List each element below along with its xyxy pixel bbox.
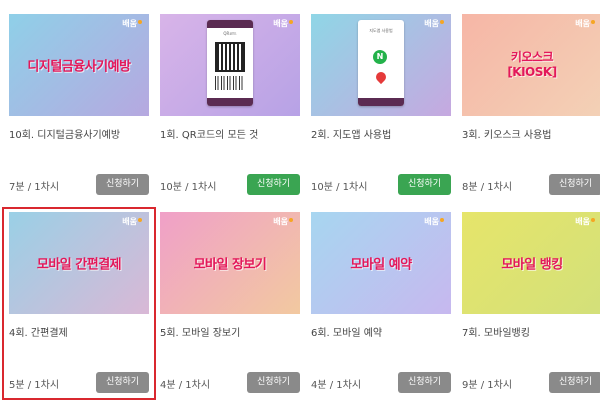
course-duration: 10분 / 1차시 bbox=[311, 182, 368, 193]
course-duration: 5분 / 1차시 bbox=[9, 380, 60, 391]
course-duration: 4분 / 1차시 bbox=[311, 380, 362, 391]
course-card[interactable]: 배움 디지털금융사기예방 10회. 디지털금융사기예방 7분 / 1차시 신청하… bbox=[9, 14, 149, 204]
brand-logo: 배움 bbox=[122, 20, 142, 28]
course-title[interactable]: 1회. QR코드의 모든 것 bbox=[160, 126, 300, 141]
course-card[interactable]: 배움 모바일 장보기 5회. 모바일 장보기 4분 / 1차시 신청하기 bbox=[160, 212, 300, 400]
course-thumbnail[interactable]: QR코드 배움 bbox=[160, 14, 300, 116]
thumbnail-title: 모바일 뱅킹 bbox=[501, 257, 563, 273]
brand-logo: 배움 bbox=[273, 20, 293, 28]
course-card[interactable]: 배움 키오스크 [KIOSK] 3회. 키오스크 사용법 8분 / 1차시 신청… bbox=[462, 14, 600, 204]
thumbnail-title: 모바일 간편결제 bbox=[36, 257, 122, 273]
brand-logo: 배움 bbox=[424, 218, 444, 226]
phone-mockup: QR코드 bbox=[207, 20, 253, 106]
apply-button[interactable]: 신청하기 bbox=[549, 372, 600, 393]
apply-button[interactable]: 신청하기 bbox=[247, 174, 300, 195]
qr-code-icon bbox=[215, 42, 245, 72]
course-thumbnail[interactable]: 지도앱 사용법 N 배움 bbox=[311, 14, 451, 116]
course-grid: 배움 디지털금융사기예방 10회. 디지털금융사기예방 7분 / 1차시 신청하… bbox=[0, 0, 600, 400]
location-pin-icon bbox=[373, 69, 389, 85]
thumbnail-title: 키오스크 [KIOSK] bbox=[507, 50, 557, 79]
phone-header: 지도앱 사용법 bbox=[369, 28, 393, 33]
course-duration: 4분 / 1차시 bbox=[160, 380, 211, 391]
course-thumbnail[interactable]: 배움 디지털금융사기예방 bbox=[9, 14, 149, 116]
course-duration: 9분 / 1차시 bbox=[462, 380, 513, 391]
course-card[interactable]: 배움 모바일 예약 6회. 모바일 예약 4분 / 1차시 신청하기 bbox=[311, 212, 451, 400]
apply-button[interactable]: 신청하기 bbox=[96, 372, 149, 393]
apply-button[interactable]: 신청하기 bbox=[96, 174, 149, 195]
apply-button[interactable]: 신청하기 bbox=[549, 174, 600, 195]
apply-button[interactable]: 신청하기 bbox=[398, 174, 451, 195]
brand-logo: 배움 bbox=[273, 218, 293, 226]
thumbnail-title: 모바일 예약 bbox=[350, 257, 412, 273]
course-thumbnail[interactable]: 배움 모바일 예약 bbox=[311, 212, 451, 314]
brand-logo: 배움 bbox=[575, 20, 595, 28]
brand-logo: 배움 bbox=[575, 218, 595, 226]
course-card[interactable]: QR코드 배움 1회. QR코드의 모든 것 10분 / 1차시 신청하기 bbox=[160, 14, 300, 204]
course-duration: 8분 / 1차시 bbox=[462, 182, 513, 193]
thumbnail-title: 모바일 장보기 bbox=[193, 257, 267, 273]
course-card[interactable]: 배움 모바일 뱅킹 7회. 모바일뱅킹 9분 / 1차시 신청하기 bbox=[462, 212, 600, 400]
course-thumbnail[interactable]: 배움 키오스크 [KIOSK] bbox=[462, 14, 600, 116]
course-thumbnail[interactable]: 배움 모바일 뱅킹 bbox=[462, 212, 600, 314]
thumbnail-title: 디지털금융사기예방 bbox=[27, 59, 131, 75]
course-title[interactable]: 6회. 모바일 예약 bbox=[311, 324, 451, 339]
apply-button[interactable]: 신청하기 bbox=[247, 372, 300, 393]
map-app-icon: N bbox=[373, 50, 387, 64]
course-title[interactable]: 2회. 지도앱 사용법 bbox=[311, 126, 451, 141]
course-title[interactable]: 4회. 간편결제 bbox=[9, 324, 149, 339]
course-thumbnail[interactable]: 배움 모바일 간편결제 bbox=[9, 212, 149, 314]
apply-button[interactable]: 신청하기 bbox=[398, 372, 451, 393]
brand-logo: 배움 bbox=[424, 20, 444, 28]
course-card-selected[interactable]: 배움 모바일 간편결제 4회. 간편결제 5분 / 1차시 신청하기 bbox=[2, 207, 156, 400]
course-title[interactable]: 5회. 모바일 장보기 bbox=[160, 324, 300, 339]
course-thumbnail[interactable]: 배움 모바일 장보기 bbox=[160, 212, 300, 314]
phone-header: QR코드 bbox=[223, 31, 237, 36]
course-card[interactable]: 지도앱 사용법 N 배움 2회. 지도앱 사용법 10분 / 1차시 신청하기 bbox=[311, 14, 451, 204]
course-duration: 10분 / 1차시 bbox=[160, 182, 217, 193]
phone-mockup: 지도앱 사용법 N bbox=[358, 20, 404, 106]
course-title[interactable]: 10회. 디지털금융사기예방 bbox=[9, 126, 149, 141]
course-title[interactable]: 7회. 모바일뱅킹 bbox=[462, 324, 600, 339]
course-title[interactable]: 3회. 키오스크 사용법 bbox=[462, 126, 600, 141]
brand-logo: 배움 bbox=[122, 218, 142, 226]
course-duration: 7분 / 1차시 bbox=[9, 182, 60, 193]
